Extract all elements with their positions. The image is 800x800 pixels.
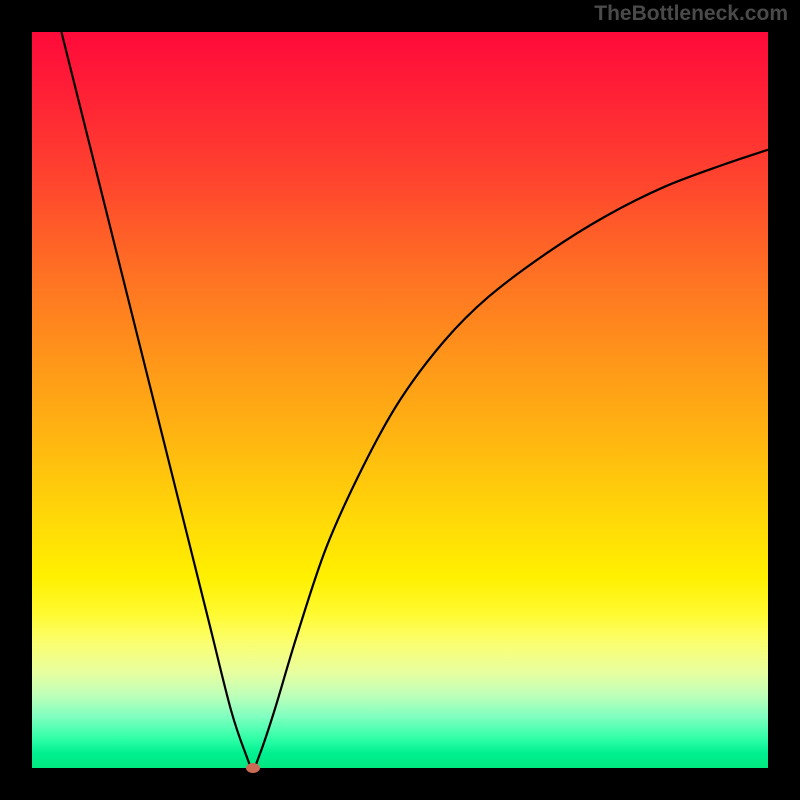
optimal-point-marker: [246, 763, 260, 773]
watermark-text: TheBottleneck.com: [594, 2, 788, 26]
bottleneck-curve: [32, 32, 768, 768]
